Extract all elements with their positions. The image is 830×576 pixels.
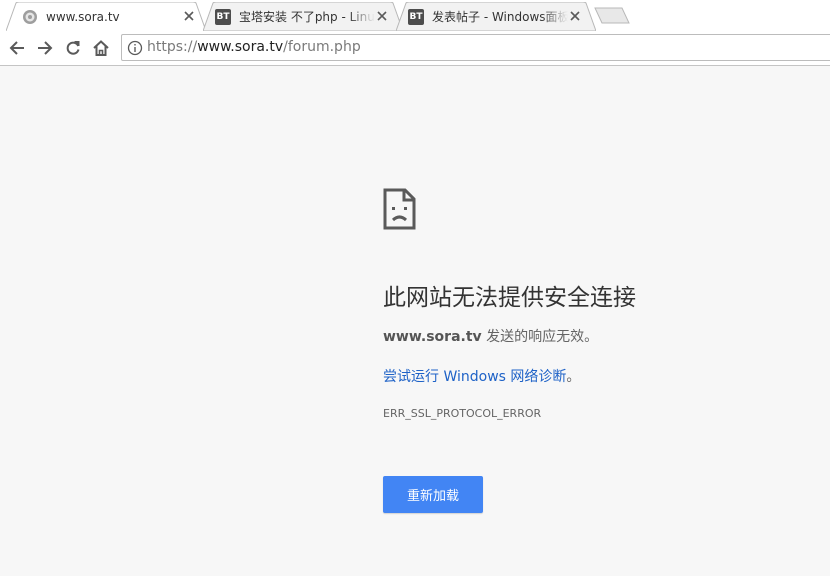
url-host: www.sora.tv [197,39,284,55]
error-suggestion: 尝试运行 Windows 网络诊断。 [383,366,580,386]
reload-toolbar-button[interactable] [63,38,83,58]
globe-icon [22,9,38,25]
info-icon[interactable] [127,40,143,56]
error-page: 此网站无法提供安全连接 www.sora.tv 发送的响应无效。 尝试运行 Wi… [0,67,830,576]
back-button[interactable] [7,38,27,58]
url-protocol: https:// [147,39,198,55]
url-path: /forum.php [283,39,361,55]
address-bar[interactable]: https://www.sora.tv/forum.php [121,34,830,61]
tab-title: 宝塔安装 不了php - Linux [239,10,375,24]
arrow-right-icon [38,41,53,55]
tab-www-sora-tv[interactable]: www.sora.tv [6,2,206,31]
error-host: www.sora.tv [383,329,482,345]
arrow-left-icon [9,41,24,55]
error-code: ERR_SSL_PROTOCOL_ERROR [383,407,542,420]
bt-icon: BT [215,8,231,25]
close-tab-icon[interactable] [182,9,196,23]
refresh-icon [66,41,80,55]
sad-document-icon [383,188,416,230]
tab-strip: www.sora.tv BT 宝塔安装 不了php - Linux BT 发表帖… [0,0,830,31]
forward-button[interactable] [35,38,55,58]
close-tab-icon[interactable] [568,9,582,23]
home-icon [93,40,109,56]
close-tab-icon[interactable] [375,9,389,23]
reload-button[interactable]: 重新加载 [383,476,483,513]
bt-icon: BT [408,8,424,25]
tab-post-thread[interactable]: BT 发表帖子 - Windows面板 [396,2,596,31]
new-tab-button[interactable] [594,7,630,28]
toolbar: https://www.sora.tv/forum.php [0,31,830,66]
tab-title: 发表帖子 - Windows面板 [432,10,568,24]
home-button[interactable] [91,38,111,58]
tab-bt-install-php[interactable]: BT 宝塔安装 不了php - Linux [203,2,403,31]
new-tab-icon [594,7,630,24]
error-heading: 此网站无法提供安全连接 [383,285,636,311]
tab-title: www.sora.tv [46,9,120,24]
error-summary: www.sora.tv 发送的响应无效。 [383,326,598,346]
network-diagnostics-link[interactable]: 尝试运行 Windows 网络诊断 [383,369,566,385]
url-text: https://www.sora.tv/forum.php [147,35,361,60]
error-summary-text: 发送的响应无效。 [481,329,599,345]
suggestion-period: 。 [566,369,581,385]
